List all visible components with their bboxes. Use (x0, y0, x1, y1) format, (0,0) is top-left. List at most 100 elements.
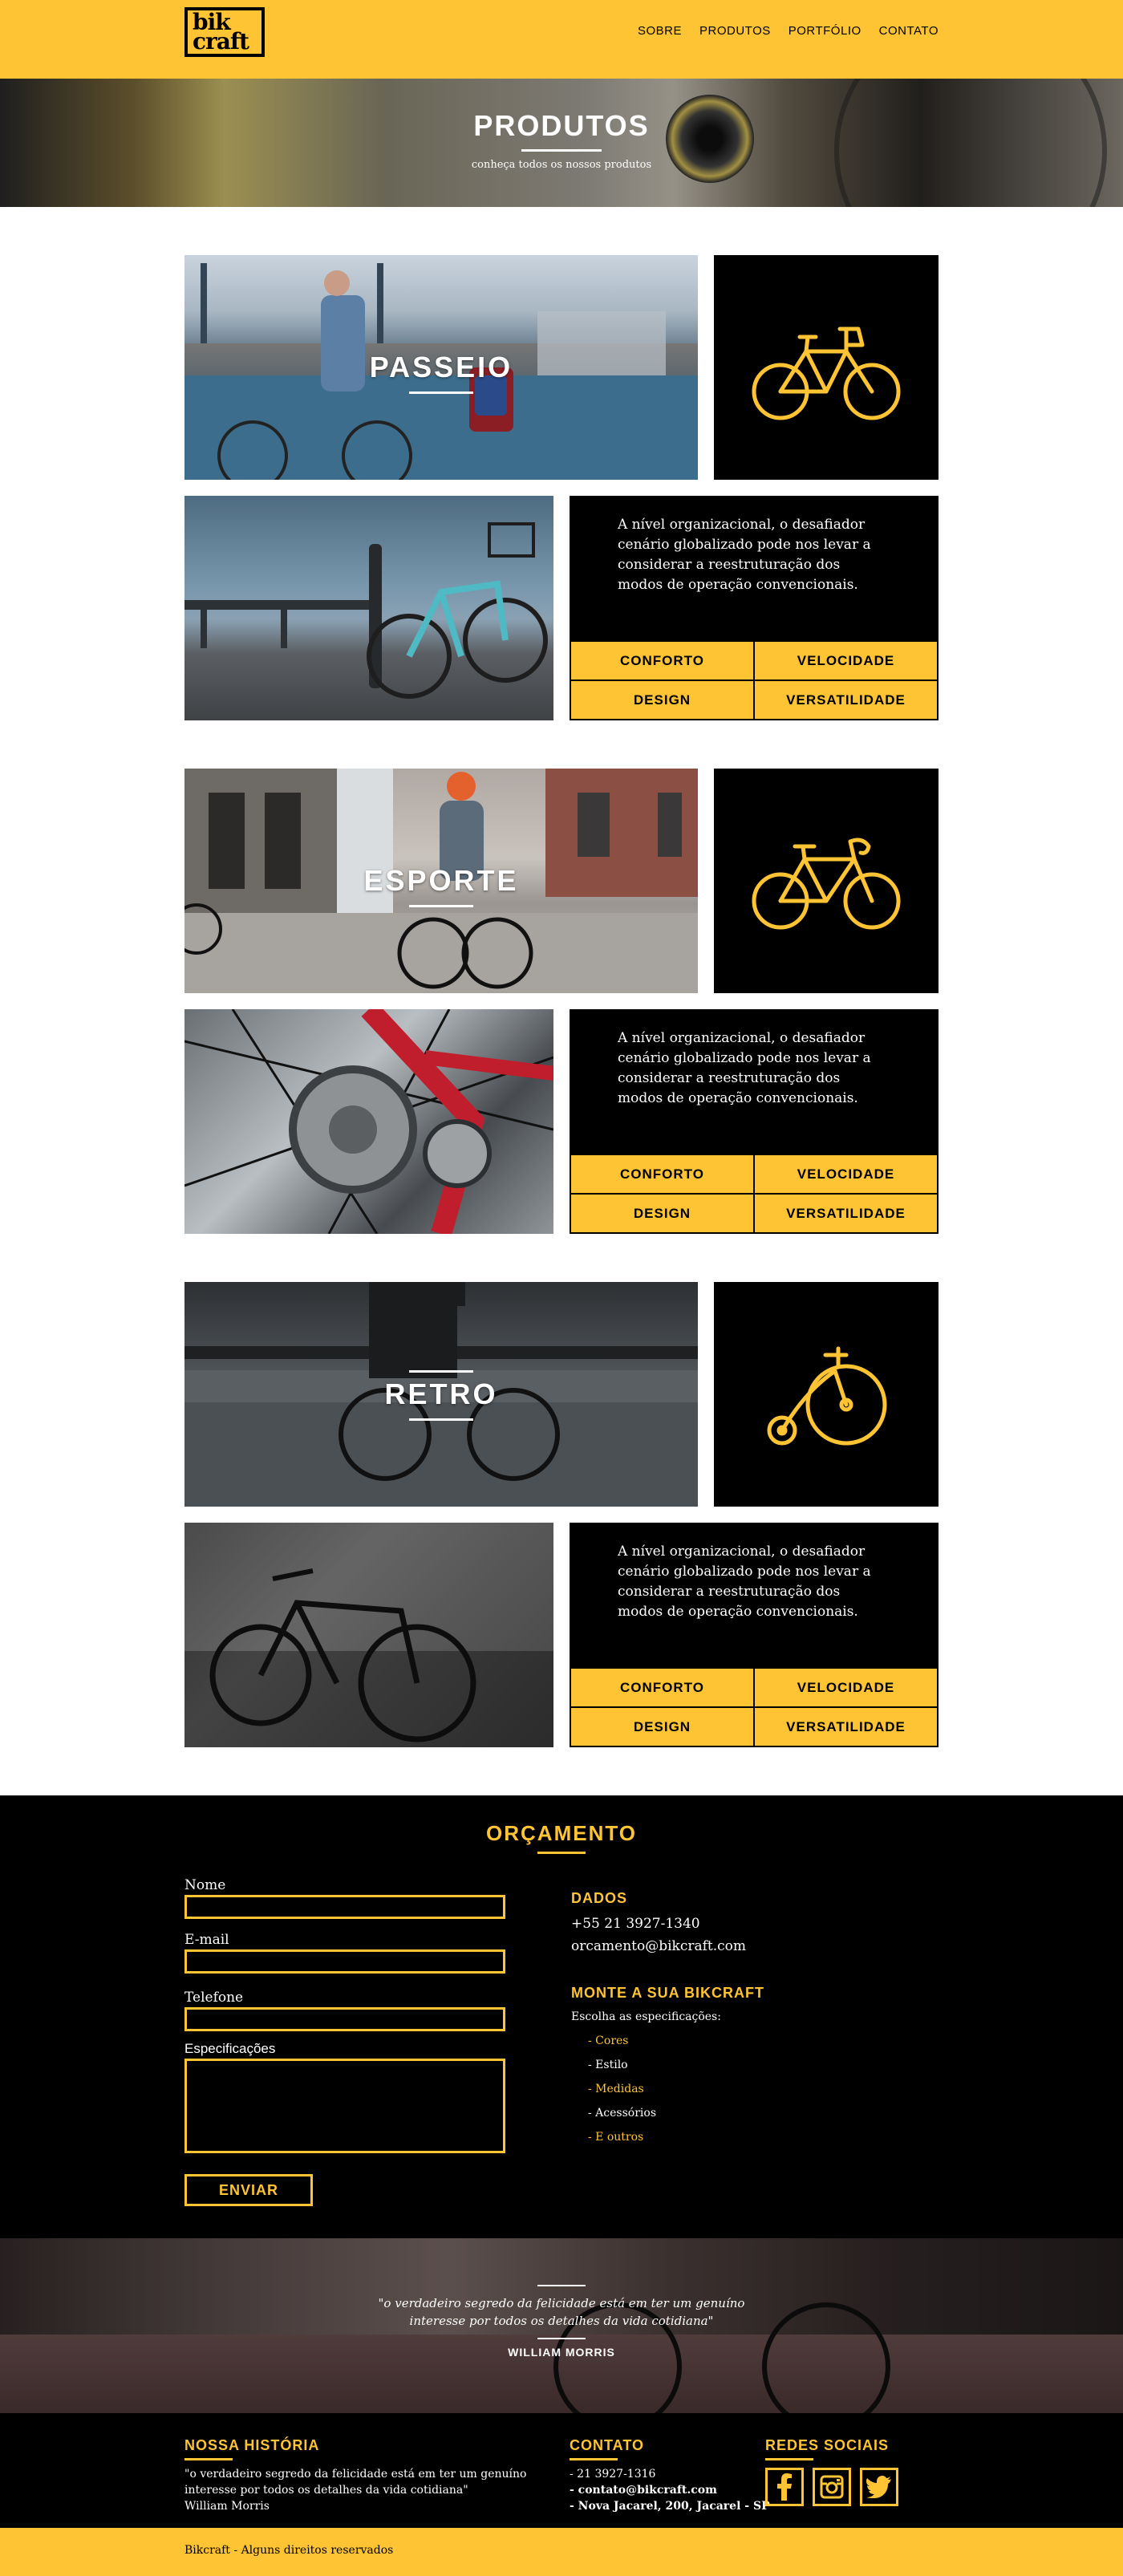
passeio-photo[interactable]: PASSEIO (184, 255, 698, 480)
quote-top-divider (537, 2285, 586, 2286)
contato-list: - 21 3927-1316 - contato@bikcraft.com - … (570, 2466, 770, 2514)
dados-email[interactable]: orcamento@bikcraft.com (571, 1938, 746, 1954)
product-description: A nível organizacional, o desafiador cen… (618, 1544, 871, 1620)
retro-detail-scene (184, 1523, 553, 1747)
product-description: A nível organizacional, o desafiador cen… (618, 1030, 871, 1106)
historia-text: "o verdadeiro segredo da felicidade está… (184, 2466, 526, 2514)
telefone-field[interactable] (184, 2007, 505, 2031)
esporte-photo[interactable]: ESPORTE (184, 769, 698, 993)
site-footer: NOSSA HISTÓRIA "o verdadeiro segredo da … (0, 2413, 1123, 2528)
product-retro: RETRO A nível organizacional, o desafiad… (184, 1282, 939, 1747)
feature-versatilidade: VERSATILIDADE (755, 681, 937, 719)
quote-line-2: interesse por todos os detalhes da vida … (409, 2314, 714, 2328)
feature-conforto: CONFORTO (571, 642, 753, 679)
product-name: RETRO (384, 1377, 498, 1410)
feature-velocidade: VELOCIDADE (755, 642, 937, 679)
product-name: PASSEIO (369, 351, 513, 383)
quote-line-1: "o verdadeiro segredo da felicidade está… (378, 2296, 745, 2310)
product-passeio: PASSEIO A nível organizacional, o desafi… (184, 255, 939, 720)
feature-conforto: CONFORTO (571, 1669, 753, 1706)
passeio-info: A nível organizacional, o desafiador cen… (570, 496, 939, 720)
orcamento-title-divider (537, 1852, 586, 1854)
product-name: ESPORTE (363, 864, 519, 897)
copyright-bar: Bikcraft - Alguns direitos reservados (0, 2528, 1123, 2576)
title-divider (521, 149, 602, 152)
contato-title: CONTATO (570, 2437, 644, 2453)
feature-velocidade: VELOCIDADE (755, 1155, 937, 1193)
instagram-icon (820, 2475, 844, 2499)
monte-intro: Escolha as especificações: (571, 2010, 721, 2023)
feature-design: DESIGN (571, 681, 753, 719)
redes-title: REDES SOCIAIS (765, 2437, 890, 2453)
main-nav: SOBRE PRODUTOS PORTFÓLIO CONTATO (638, 24, 939, 38)
esporte-icon-box (714, 769, 939, 993)
email-label: E-mail (184, 1932, 229, 1948)
nav-contato[interactable]: CONTATO (879, 24, 939, 38)
quote-text: "o verdadeiro segredo da felicidade está… (0, 2294, 1123, 2330)
quote-section: "o verdadeiro segredo da felicidade está… (0, 2238, 1123, 2413)
product-description: A nível organizacional, o desafiador cen… (618, 517, 871, 593)
feature-versatilidade: VERSATILIDADE (755, 1708, 937, 1746)
nome-field[interactable] (184, 1895, 505, 1919)
especificacoes-field[interactable] (184, 2059, 505, 2153)
feature-design: DESIGN (571, 1195, 753, 1232)
dados-title: DADOS (571, 1890, 628, 1906)
feature-grid: CONFORTO VELOCIDADE DESIGN VERSATILIDADE (570, 1667, 939, 1747)
page-hero: PRODUTOS conheça todos os nossos produto… (0, 79, 1123, 207)
product-name-divider (409, 905, 473, 907)
feature-design: DESIGN (571, 1708, 753, 1746)
retro-icon-box (714, 1282, 939, 1507)
feature-conforto: CONFORTO (571, 1155, 753, 1193)
orcamento-section: ORÇAMENTO Nome E-mail Telefone Especific… (0, 1795, 1123, 2238)
twitter-link[interactable] (860, 2468, 898, 2506)
copyright-text: Bikcraft - Alguns direitos reservados (184, 2544, 394, 2557)
enviar-button[interactable]: ENVIAR (184, 2174, 313, 2206)
monte-title: MONTE A SUA BIKCRAFT (571, 1985, 764, 2001)
passeio-detail-photo[interactable] (184, 496, 553, 720)
twitter-icon (866, 2476, 891, 2498)
spec-medidas: - Medidas (588, 2083, 644, 2095)
nome-label: Nome (184, 1877, 226, 1893)
instagram-link[interactable] (813, 2468, 851, 2506)
esporte-detail-photo[interactable] (184, 1009, 553, 1234)
city-bike-icon (752, 327, 901, 420)
historia-author: William Morris (184, 2500, 270, 2513)
spec-acessorios: - Acessórios (588, 2107, 656, 2120)
feature-grid: CONFORTO VELOCIDADE DESIGN VERSATILIDADE (570, 1154, 939, 1234)
retro-detail-photo[interactable] (184, 1523, 553, 1747)
feature-grid: CONFORTO VELOCIDADE DESIGN VERSATILIDADE (570, 640, 939, 720)
historia-line-2: interesse por todos os detalhes da vida … (184, 2484, 468, 2497)
product-name-divider (409, 1418, 473, 1421)
orcamento-title: ORÇAMENTO (486, 1821, 637, 1845)
product-name-top-divider (409, 1370, 473, 1373)
historia-line-1: "o verdadeiro segredo da felicidade está… (184, 2468, 527, 2481)
feature-velocidade: VELOCIDADE (755, 1669, 937, 1706)
logo-line-2: craft (193, 28, 249, 55)
facebook-icon (777, 2473, 792, 2501)
facebook-link[interactable] (765, 2468, 804, 2506)
contato-email[interactable]: - contato@bikcraft.com (570, 2482, 770, 2498)
spec-estilo: - Estilo (588, 2059, 628, 2071)
historia-title: NOSSA HISTÓRIA (184, 2437, 320, 2453)
passeio-icon-box (714, 255, 939, 480)
page-subtitle: conheça todos os nossos produtos (471, 159, 652, 171)
retro-photo[interactable]: RETRO (184, 1282, 698, 1507)
spec-cores: - Cores (588, 2034, 629, 2047)
product-esporte: ESPORTE A nível organizacional, o desafi… (184, 769, 939, 1234)
telefone-label: Telefone (184, 1990, 244, 2006)
nav-produtos[interactable]: PRODUTOS (699, 24, 771, 38)
sport-bike-icon (752, 838, 901, 930)
especificacoes-label: Especificações (184, 2041, 276, 2056)
product-name-divider (409, 391, 473, 394)
nav-sobre[interactable]: SOBRE (638, 24, 682, 38)
nav-portfolio[interactable]: PORTFÓLIO (789, 24, 862, 38)
esporte-info: A nível organizacional, o desafiador cen… (570, 1009, 939, 1234)
bikcraft-logo[interactable]: bik craft (184, 7, 265, 57)
email-field[interactable] (184, 1949, 505, 1974)
passeio-detail-scene (184, 522, 548, 699)
contato-phone: - 21 3927-1316 (570, 2468, 656, 2481)
site-header: bik craft SOBRE PRODUTOS PORTFÓLIO CONTA… (0, 0, 1123, 79)
page-title: PRODUTOS (473, 109, 650, 142)
feature-versatilidade: VERSATILIDADE (755, 1195, 937, 1232)
contato-address: - Nova Jacarel, 200, Jacarel - SP (570, 2500, 770, 2513)
